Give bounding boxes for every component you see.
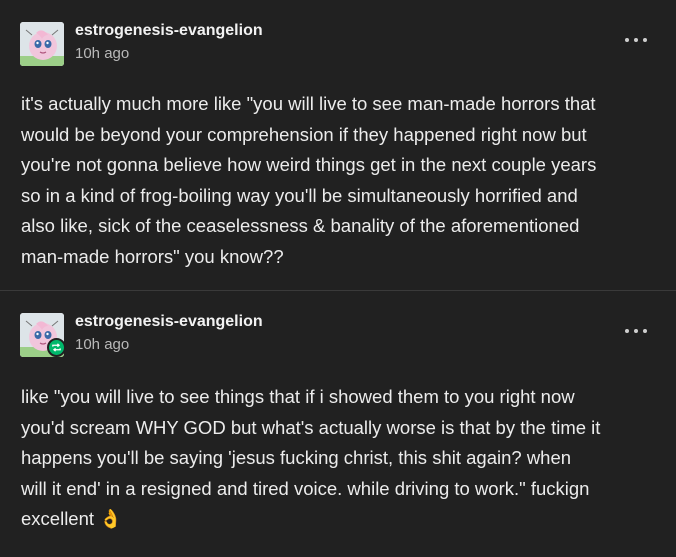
post-1: estrogenesis-evangelion 10h ago it's act… — [0, 0, 676, 290]
post-timestamp[interactable]: 10h ago — [75, 336, 129, 353]
post-author[interactable]: estrogenesis-evangelion — [75, 313, 263, 331]
post-2: estrogenesis-evangelion 10h ago like "yo… — [0, 291, 676, 557]
more-options-icon — [625, 329, 629, 333]
post-body: it's actually much more like "you will l… — [21, 93, 597, 267]
avatar[interactable] — [20, 22, 64, 66]
post-body: like "you will live to see things that i… — [21, 386, 601, 529]
reblog-icon — [52, 343, 61, 352]
jigglypuff-avatar-icon — [20, 22, 64, 66]
post-author[interactable]: estrogenesis-evangelion — [75, 22, 263, 40]
reblog-badge — [47, 338, 66, 357]
more-options-button[interactable] — [622, 322, 650, 340]
more-options-icon — [625, 38, 629, 42]
post-timestamp[interactable]: 10h ago — [75, 45, 129, 62]
more-options-button[interactable] — [622, 31, 650, 49]
